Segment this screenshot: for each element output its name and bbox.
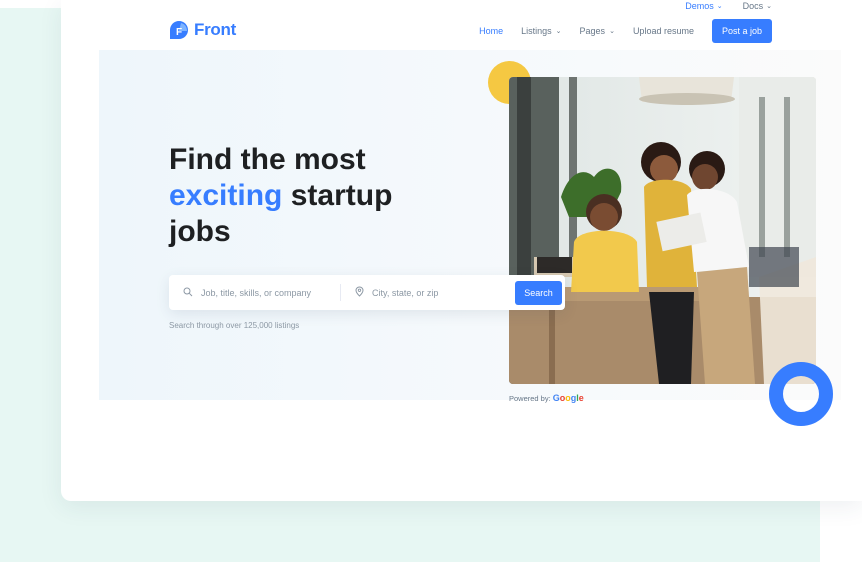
- job-search-bar: Job, title, skills, or company City, sta…: [169, 275, 565, 310]
- chevron-down-icon: ⌄: [609, 28, 615, 35]
- chevron-down-icon: ⌄: [766, 3, 772, 10]
- chevron-down-icon: ⌄: [716, 3, 723, 10]
- headline-highlight: exciting: [169, 179, 283, 212]
- hero-section: Find the most exciting startup jobs Job,…: [99, 50, 841, 426]
- nav-label: Home: [479, 26, 504, 36]
- headline-line1: Find the most: [169, 143, 366, 176]
- headline-line3: jobs: [169, 215, 231, 248]
- google-logo: Google: [552, 393, 584, 403]
- nav-item-upload-resume[interactable]: Upload resume: [633, 26, 694, 36]
- demos-menu[interactable]: Demos ⌄: [685, 0, 722, 12]
- location-input[interactable]: City, state, or zip: [341, 286, 515, 299]
- brand-name: Front: [194, 20, 236, 39]
- docs-menu[interactable]: Docs ⌄: [743, 0, 772, 12]
- map-pin-icon: [355, 286, 364, 299]
- nav-item-home[interactable]: Home: [479, 26, 503, 36]
- nav-label: Pages: [579, 26, 606, 36]
- headline-line2: startup: [290, 179, 393, 212]
- page: Demos ⌄ Docs ⌄ F Front Home Listings ⌄ P…: [0, 0, 862, 570]
- search-button[interactable]: Search: [515, 280, 562, 305]
- search-hint: Search through over 125,000 listings: [169, 321, 300, 330]
- location-placeholder: City, state, or zip: [372, 287, 439, 298]
- hero-photo: [509, 77, 816, 384]
- powered-by: Powered by: Google: [509, 393, 584, 403]
- browser-card: Demos ⌄ Docs ⌄ F Front Home Listings ⌄ P…: [61, 0, 862, 501]
- nav-item-listings[interactable]: Listings ⌄: [521, 26, 561, 36]
- nav-label: Listings: [521, 26, 552, 36]
- brand-logo[interactable]: F Front: [169, 20, 236, 40]
- search-icon: [183, 287, 193, 299]
- docs-label: Docs: [742, 1, 764, 11]
- nav-label: Upload resume: [632, 26, 694, 36]
- decorative-ring: [769, 362, 833, 426]
- demos-label: Demos: [685, 1, 714, 11]
- job-search-input[interactable]: Job, title, skills, or company: [169, 287, 340, 299]
- main-nav: Home Listings ⌄ Pages ⌄ Upload resume Po…: [479, 19, 772, 43]
- chevron-down-icon: ⌄: [555, 28, 562, 35]
- hero-headline: Find the most exciting startup jobs: [169, 142, 392, 250]
- logo-icon: F: [169, 20, 189, 40]
- post-job-button[interactable]: Post a job: [711, 19, 772, 43]
- powered-by-label: Powered by:: [509, 394, 551, 403]
- top-utility-bar: Demos ⌄ Docs ⌄: [685, 0, 772, 12]
- job-search-placeholder: Job, title, skills, or company: [201, 287, 312, 298]
- nav-item-pages[interactable]: Pages ⌄: [580, 26, 615, 36]
- svg-text:F: F: [176, 27, 182, 38]
